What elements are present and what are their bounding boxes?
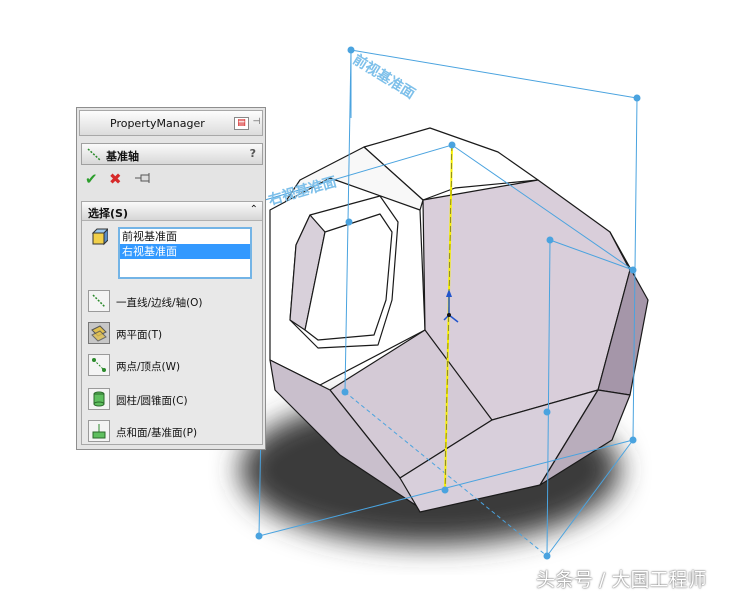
selection-group-header[interactable]: 选择(S) ⌃ <box>82 202 262 221</box>
option-point-plane[interactable]: 点和面/基准面(P) <box>86 420 258 444</box>
pin-icon[interactable]: ⊣ <box>250 117 263 128</box>
feature-title: 基准轴 <box>106 150 139 163</box>
point-plane-icon[interactable] <box>88 420 110 442</box>
property-manager-panel: PropertyManager ▤ ⊣ 基准轴 ? ✔ ✖ 选择(S) ⌃ 前视… <box>76 107 266 450</box>
axis-point-bottom <box>441 486 449 494</box>
two-planes-icon[interactable] <box>88 322 110 344</box>
option-label: 两平面(T) <box>116 329 163 341</box>
selection-list[interactable]: 前视基准面 右视基准面 <box>118 227 252 279</box>
option-label: 点和面/基准面(P) <box>116 427 198 439</box>
option-line-edge-axis[interactable]: 一直线/边线/轴(O) <box>86 290 258 314</box>
two-points-icon[interactable] <box>88 354 110 376</box>
option-label: 圆柱/圆锥面(C) <box>116 395 188 407</box>
selection-group-title: 选择(S) <box>88 207 128 220</box>
option-two-planes[interactable]: 两平面(T) <box>86 322 258 346</box>
selection-item-right-plane[interactable]: 右视基准面 <box>120 244 250 259</box>
cylinder-cone-icon[interactable] <box>88 388 110 410</box>
collapse-icon[interactable]: ⌃ <box>250 204 258 215</box>
help-icon[interactable]: ? <box>250 147 256 160</box>
option-label: 一直线/边线/轴(O) <box>116 297 203 309</box>
selection-box-icon <box>91 228 108 246</box>
option-label: 两点/顶点(W) <box>116 361 181 373</box>
option-cylinder-cone[interactable]: 圆柱/圆锥面(C) <box>86 388 258 412</box>
cancel-button[interactable]: ✖ <box>109 170 122 188</box>
option-two-points[interactable]: 两点/顶点(W) <box>86 354 258 378</box>
front-plane-label: 前视基准面 <box>350 51 418 103</box>
panel-title: PropertyManager <box>110 117 205 130</box>
ok-button[interactable]: ✔ <box>85 170 98 188</box>
line-edge-axis-icon[interactable] <box>88 290 110 312</box>
panel-options-icon[interactable]: ▤ <box>234 117 249 130</box>
datum-axis-icon <box>87 148 101 161</box>
feature-title-bar: 基准轴 ? <box>81 143 263 165</box>
watermark: 头条号 / 大国工程师 <box>536 569 707 591</box>
axis-point-top <box>448 141 456 149</box>
property-manager-header: PropertyManager ▤ ⊣ <box>79 110 263 136</box>
keep-visible-pin-icon[interactable] <box>135 172 155 186</box>
selection-item-front-plane[interactable]: 前视基准面 <box>120 229 250 244</box>
selection-group: 选择(S) ⌃ 前视基准面 右视基准面 一直线/边线/轴(O) 两平面(T) 两… <box>81 201 263 445</box>
